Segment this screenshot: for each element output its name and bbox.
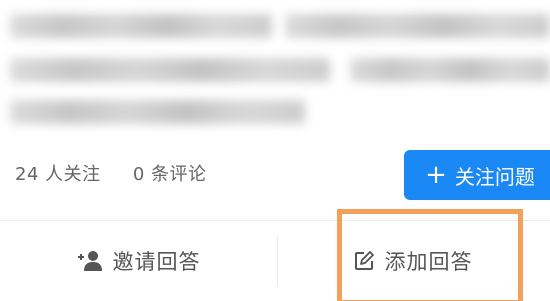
redacted-line <box>10 100 305 124</box>
question-detail-page: 24 人关注 0 条评论 + 关注问题 邀请回答 添加回答 <box>0 0 550 301</box>
follow-question-label: 关注问题 <box>454 164 535 189</box>
follower-count: 24 人关注 <box>15 164 101 185</box>
redacted-line <box>285 14 550 38</box>
invite-answer-button[interactable]: 邀请回答 <box>0 221 275 301</box>
redacted-line <box>10 58 330 82</box>
question-meta: 24 人关注 0 条评论 <box>15 160 233 186</box>
follow-question-button[interactable]: + 关注问题 <box>404 150 550 200</box>
redacted-line <box>10 14 272 38</box>
question-text-redacted <box>0 0 550 135</box>
comment-count[interactable]: 0 条评论 <box>133 164 207 185</box>
redacted-line <box>350 58 550 82</box>
highlight-box <box>337 209 523 301</box>
action-separator <box>277 236 278 286</box>
plus-icon: + <box>425 160 447 190</box>
add-person-icon <box>75 250 103 272</box>
invite-answer-label: 邀请回答 <box>112 250 201 274</box>
